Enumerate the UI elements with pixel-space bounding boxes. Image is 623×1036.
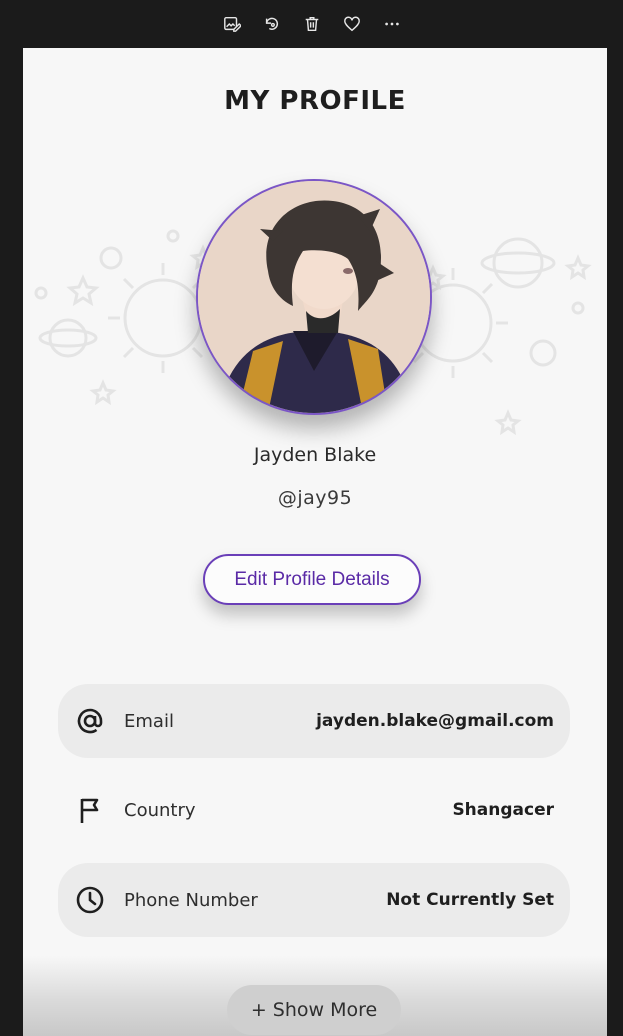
country-label: Country [124,799,196,821]
viewer-toolbar [0,0,623,48]
more-options-button[interactable] [372,4,412,44]
country-row[interactable]: Country Shangacer [58,773,570,847]
more-icon [384,22,399,26]
country-value: Shangacer [452,800,554,820]
phone-row[interactable]: Phone Number Not Currently Set [58,863,570,937]
email-label: Email [124,710,174,732]
flag-icon [74,794,106,826]
rotate-button[interactable] [252,4,292,44]
username-handle: @jay95 [277,487,353,509]
profile-avatar[interactable] [196,179,432,415]
display-name: Jayden Blake [253,444,377,466]
favorite-button[interactable] [332,4,372,44]
delete-button[interactable] [292,4,332,44]
edit-image-button[interactable] [212,4,252,44]
heart-icon [343,16,360,32]
rotate-icon [265,17,278,30]
show-more-button[interactable]: + Show More [227,985,401,1035]
phone-value: Not Currently Set [386,890,554,910]
phone-screen: MY PROFILE Jayden Blake @jay95 Edit Prof… [23,48,607,1036]
email-value: jayden.blake@gmail.com [316,711,554,731]
at-sign-icon [74,705,106,737]
email-row[interactable]: Email jayden.blake@gmail.com [58,684,570,758]
page-title: MY PROFILE [224,86,406,116]
edit-image-icon [223,16,241,32]
phone-label: Phone Number [124,889,258,911]
edit-profile-button[interactable]: Edit Profile Details [203,554,421,605]
photo-viewer: MY PROFILE Jayden Blake @jay95 Edit Prof… [0,0,623,1036]
avatar-illustration [198,181,430,413]
trash-icon [305,16,318,32]
clock-icon [74,884,106,916]
